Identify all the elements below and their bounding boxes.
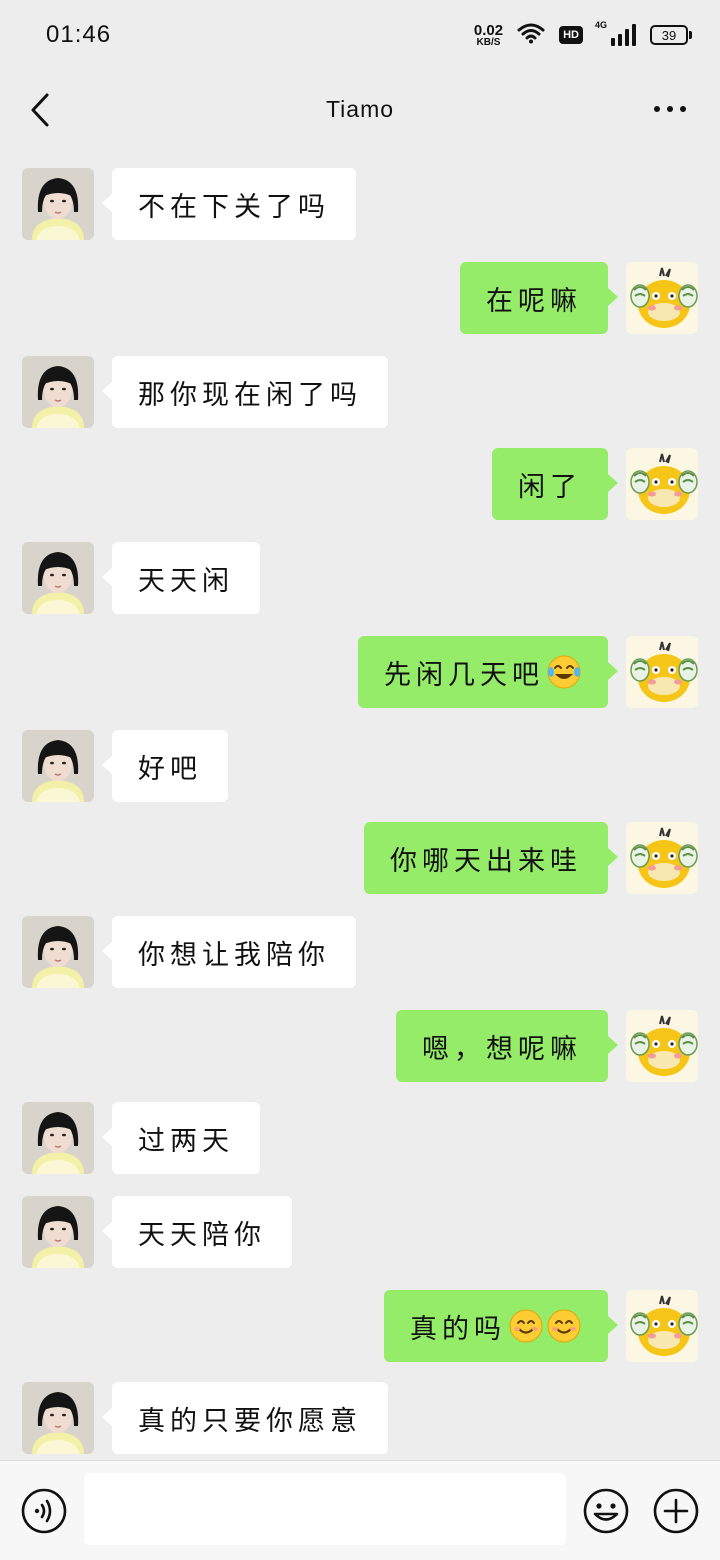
- emoji-icon: [583, 1488, 629, 1534]
- message-row: 闲了: [0, 448, 720, 524]
- voice-icon: [21, 1488, 67, 1534]
- battery-icon: 39: [650, 25, 692, 45]
- message-bubble[interactable]: 你想让我陪你: [102, 916, 356, 988]
- contact-avatar[interactable]: [22, 1196, 94, 1268]
- contact-avatar[interactable]: [22, 1382, 94, 1454]
- network-speed: 0.02 KB/S: [474, 23, 503, 48]
- message-row: 天天陪你: [0, 1196, 720, 1272]
- smiling-face-emoji-icon: [508, 1308, 544, 1344]
- message-text: 闲了: [518, 471, 582, 503]
- message-row: 先闲几天吧: [0, 636, 720, 712]
- network-type-label: 4G: [595, 20, 608, 30]
- message-text: 那你现在闲了吗: [138, 379, 362, 411]
- self-avatar[interactable]: [626, 262, 698, 334]
- message-bubble[interactable]: 真的只要你愿意: [102, 1382, 388, 1454]
- chevron-left-icon: [31, 93, 49, 127]
- message-row: 你哪天出来哇: [0, 822, 720, 898]
- more-button[interactable]: [650, 96, 690, 122]
- message-bubble[interactable]: 天天闲: [102, 542, 260, 614]
- status-icons: 0.02 KB/S HD 4G 39: [474, 20, 692, 48]
- wifi-icon: [517, 22, 545, 48]
- status-time: 01:46: [46, 21, 112, 48]
- voice-button[interactable]: [20, 1487, 68, 1535]
- contact-avatar[interactable]: [22, 1102, 94, 1174]
- message-row: 过两天: [0, 1102, 720, 1178]
- message-bubble[interactable]: 你哪天出来哇: [364, 822, 618, 894]
- contact-avatar[interactable]: [22, 916, 94, 988]
- message-text: 真的只要你愿意: [138, 1405, 362, 1437]
- chat-header: Tiamo: [0, 70, 720, 148]
- message-bubble[interactable]: 嗯，想呢嘛: [396, 1010, 618, 1082]
- battery-level: 39: [661, 27, 677, 43]
- message-row: 你想让我陪你: [0, 916, 720, 992]
- message-bubble[interactable]: 那你现在闲了吗: [102, 356, 388, 428]
- self-avatar[interactable]: [626, 822, 698, 894]
- message-input[interactable]: [84, 1473, 566, 1545]
- message-row: 那你现在闲了吗: [0, 356, 720, 432]
- back-button[interactable]: [22, 90, 58, 130]
- contact-avatar[interactable]: [22, 542, 94, 614]
- more-icon: [654, 106, 660, 112]
- plus-icon: [653, 1488, 699, 1534]
- message-text: 真的吗: [410, 1313, 506, 1345]
- network-speed-unit: KB/S: [476, 36, 501, 48]
- self-avatar[interactable]: [626, 636, 698, 708]
- laughing-tears-emoji-icon: [546, 654, 582, 690]
- message-row: 真的吗: [0, 1290, 720, 1366]
- more-functions-button[interactable]: [652, 1487, 700, 1535]
- message-text: 过两天: [138, 1125, 234, 1157]
- message-text: 好吧: [138, 753, 202, 785]
- message-text: 你哪天出来哇: [390, 845, 582, 877]
- message-bubble[interactable]: 闲了: [492, 448, 618, 520]
- message-text: 你想让我陪你: [138, 939, 330, 971]
- message-bubble[interactable]: 天天陪你: [102, 1196, 292, 1268]
- network-speed-value: 0.02: [473, 21, 504, 39]
- message-text: 先闲几天吧: [384, 659, 544, 691]
- status-bar: 01:46 0.02 KB/S HD 4G 39: [0, 0, 720, 70]
- contact-avatar[interactable]: [22, 168, 94, 240]
- message-list[interactable]: 不在下关了吗 在呢嘛 那你现在闲了吗 闲了 天天闲 先闲几天吧 好吧 你哪天出来…: [0, 148, 720, 1460]
- message-text: 在呢嘛: [486, 285, 582, 317]
- message-text: 天天闲: [138, 565, 234, 597]
- contact-avatar[interactable]: [22, 356, 94, 428]
- message-bubble[interactable]: 过两天: [102, 1102, 260, 1174]
- message-text: 不在下关了吗: [138, 191, 330, 223]
- self-avatar[interactable]: [626, 448, 698, 520]
- contact-avatar[interactable]: [22, 730, 94, 802]
- message-bubble[interactable]: 先闲几天吧: [358, 636, 618, 708]
- message-row: 不在下关了吗: [0, 168, 720, 244]
- message-row: 在呢嘛: [0, 262, 720, 338]
- message-row: 嗯，想呢嘛: [0, 1010, 720, 1086]
- message-bubble[interactable]: 不在下关了吗: [102, 168, 356, 240]
- message-row: 真的只要你愿意: [0, 1382, 720, 1458]
- self-avatar[interactable]: [626, 1010, 698, 1082]
- smiling-face-emoji-icon: [546, 1308, 582, 1344]
- message-bubble[interactable]: 真的吗: [384, 1290, 618, 1362]
- message-bubble[interactable]: 在呢嘛: [460, 262, 618, 334]
- message-row: 好吧: [0, 730, 720, 806]
- signal-icon: 4G: [595, 20, 636, 46]
- emoji-button[interactable]: [582, 1487, 630, 1535]
- message-text: 天天陪你: [138, 1219, 266, 1251]
- message-row: 天天闲: [0, 542, 720, 618]
- message-bubble[interactable]: 好吧: [102, 730, 228, 802]
- input-bar: [0, 1460, 720, 1560]
- hd-icon: HD: [559, 26, 583, 44]
- message-text: 嗯，想呢嘛: [422, 1033, 582, 1065]
- chat-title: Tiamo: [325, 95, 395, 122]
- self-avatar[interactable]: [626, 1290, 698, 1362]
